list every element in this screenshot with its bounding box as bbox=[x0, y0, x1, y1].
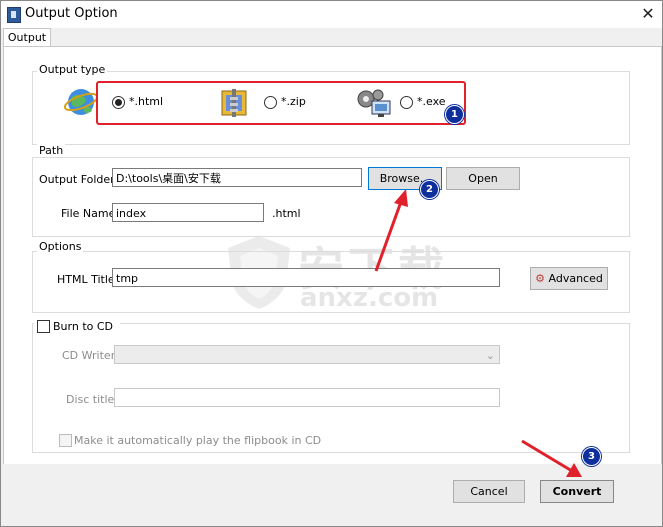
annotation-highlight-box bbox=[96, 81, 466, 125]
cd-writer-select[interactable]: ⌄ bbox=[114, 345, 500, 364]
path-group-label: Path bbox=[37, 144, 66, 157]
annotation-arrow-3 bbox=[521, 439, 582, 477]
open-button[interactable]: Open bbox=[446, 167, 520, 190]
output-folder-field[interactable]: D:\tools\桌面\安下载 bbox=[112, 168, 362, 187]
cd-writer-label: CD Writer bbox=[62, 349, 116, 362]
advanced-button-label: Advanced bbox=[548, 272, 603, 285]
tab-output[interactable]: Output bbox=[3, 28, 51, 47]
convert-button-label: Convert bbox=[552, 485, 602, 498]
html-title-field[interactable]: tmp bbox=[112, 268, 500, 287]
window-title: Output Option bbox=[25, 6, 118, 21]
autoplay-checkbox[interactable] bbox=[59, 434, 72, 447]
disc-title-label: Disc title: bbox=[66, 393, 119, 406]
annotation-badge-3: 3 bbox=[582, 447, 601, 466]
output-option-dialog: Output Option ✕ Output 安下载 anxz.com Outp… bbox=[0, 0, 663, 527]
tab-strip: Output bbox=[1, 28, 662, 47]
output-type-group-label: Output type bbox=[37, 63, 108, 76]
html-title-label: HTML Title: bbox=[57, 273, 119, 286]
output-folder-label: Output Folder: bbox=[39, 173, 119, 186]
advanced-button[interactable]: ⚙ Advanced bbox=[530, 267, 608, 290]
app-icon bbox=[7, 7, 21, 23]
file-name-field[interactable]: index bbox=[112, 203, 264, 222]
annotation-badge-1: 1 bbox=[445, 105, 464, 124]
burn-to-cd-label: Burn to CD bbox=[53, 320, 114, 333]
annotation-arrow-2 bbox=[374, 189, 408, 272]
burn-to-cd-checkbox[interactable] bbox=[37, 320, 50, 333]
title-bar: Output Option ✕ bbox=[1, 1, 662, 28]
chevron-down-icon: ⌄ bbox=[485, 349, 495, 362]
annotation-badge-2: 2 bbox=[420, 180, 439, 199]
globe-icon bbox=[63, 85, 100, 119]
file-extension-label: .html bbox=[272, 207, 301, 220]
autoplay-label: Make it automatically play the flipbook … bbox=[74, 434, 322, 447]
convert-button[interactable]: Convert bbox=[540, 480, 614, 503]
options-group-label: Options bbox=[37, 240, 84, 253]
file-name-label: File Name: bbox=[61, 207, 120, 220]
cancel-button[interactable]: Cancel bbox=[453, 480, 525, 503]
output-tab-panel: 安下载 anxz.com Output type *.html bbox=[3, 46, 662, 465]
close-icon[interactable]: ✕ bbox=[637, 3, 659, 25]
advanced-gear-icon: ⚙ bbox=[535, 272, 546, 285]
disc-title-field[interactable] bbox=[114, 388, 500, 407]
